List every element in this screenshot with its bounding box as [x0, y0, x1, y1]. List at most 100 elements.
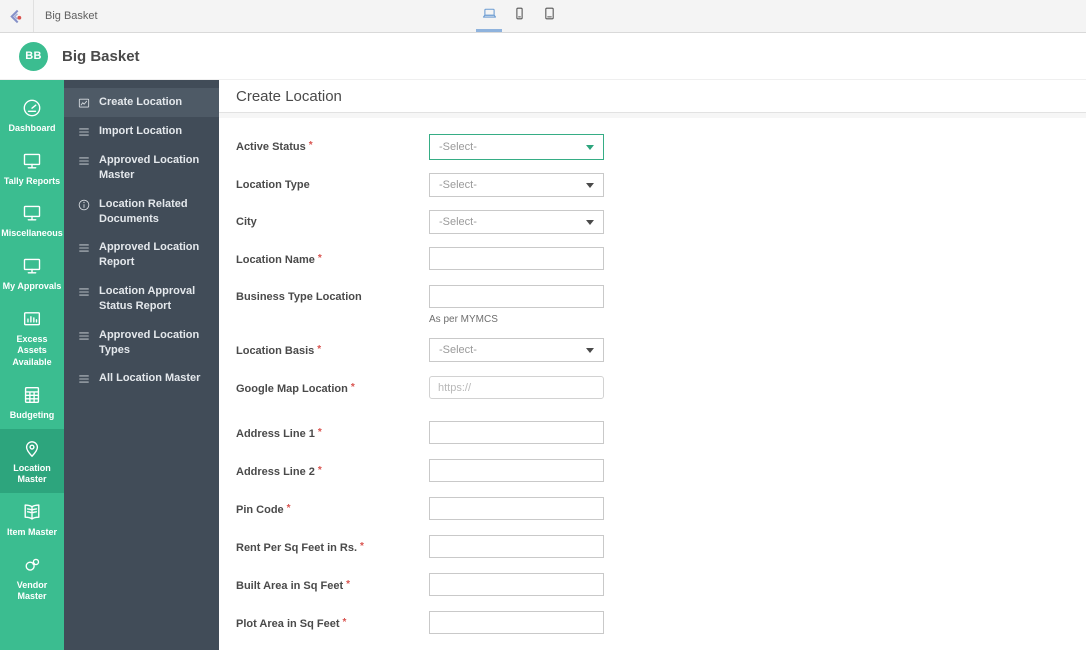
form-row-google-map-location: Google Map Location * — [236, 376, 1086, 401]
submenu-item-location-related-documents[interactable]: Location Related Documents — [64, 190, 219, 234]
sidebar-item-label: Budgeting — [9, 409, 55, 420]
device-laptop[interactable] — [474, 0, 504, 32]
field-label-pin-code: Pin Code * — [236, 503, 291, 516]
sidebar-item-label: Dashboard — [8, 123, 56, 133]
field-label-address-line-2: Address Line 2 * — [236, 465, 322, 478]
sidebar-item-dashboard[interactable]: Dashboard — [0, 89, 64, 142]
submenu-item-import-location[interactable]: Import Location — [64, 117, 219, 146]
app-body: Dashboard Tally Reports Miscellaneous My Ap… — [0, 80, 1086, 650]
field-control: As per MYMCS — [429, 285, 604, 325]
field-control — [429, 535, 604, 558]
form-row-pin-code: Pin Code * — [236, 497, 1086, 522]
device-preview-switcher — [474, 0, 564, 32]
form-row-active-status: Active Status * -Select- — [236, 134, 1086, 160]
select-location-type[interactable]: -Select- — [429, 173, 604, 197]
content-title: Create Location — [236, 87, 342, 105]
avatar[interactable]: BB — [19, 41, 48, 71]
form-row-built-area-in-sq-feet: Built Area in Sq Feet * — [236, 573, 1086, 598]
form-row-address-line-2: Address Line 2 * — [236, 459, 1086, 484]
sidebar-item-label: Vendor Master — [16, 579, 48, 602]
device-tablet[interactable] — [534, 0, 564, 32]
sidebar-item-label: Tally Reports — [3, 175, 61, 186]
input-built-area-in-sq-feet[interactable] — [429, 573, 604, 596]
list-icon — [77, 154, 91, 168]
sidebar-item-tally-reports[interactable]: Tally Reports — [0, 142, 64, 195]
submenu-item-label: Approved Location Types — [99, 328, 200, 356]
select-value: -Select- — [439, 179, 477, 191]
sidebar-item-item-master[interactable]: Item Master — [0, 493, 64, 546]
submenu-item-all-location-master[interactable]: All Location Master — [64, 364, 219, 393]
required-asterisk: * — [317, 427, 322, 438]
sidebar-item-label: Miscellaneous — [1, 228, 63, 239]
sidebar-item-vendor-master[interactable]: Vendor Master — [0, 546, 64, 610]
spreadsheet-icon — [21, 384, 43, 406]
select-location-basis[interactable]: -Select- — [429, 338, 604, 362]
submenu-item-approved-location-report[interactable]: Approved Location Report — [64, 233, 219, 277]
select-value: -Select- — [439, 344, 477, 356]
info-icon — [77, 198, 91, 212]
submenu-item-label: All Location Master — [99, 372, 201, 385]
form-row-rent-per-sq-feet-in-rs: Rent Per Sq Feet in Rs. * — [236, 535, 1086, 560]
form-row-location-type: Location Type -Select- — [236, 173, 1086, 197]
tablet-icon — [541, 5, 558, 27]
monitor-icon — [21, 202, 43, 224]
list-icon — [77, 125, 91, 139]
input-pin-code[interactable] — [429, 497, 604, 520]
chevron-logo-icon — [10, 9, 22, 23]
field-control — [429, 573, 604, 596]
sidebar-item-label: Item Master — [6, 526, 58, 537]
device-phone[interactable] — [504, 0, 534, 32]
select-active-status[interactable]: -Select- — [429, 134, 604, 160]
sidebar-item-budgeting[interactable]: Budgeting — [0, 376, 64, 429]
submenu-item-label: Create Location — [99, 96, 183, 108]
required-asterisk: * — [286, 503, 291, 514]
input-business-type-location[interactable] — [429, 285, 604, 308]
input-plot-area-in-sq-feet[interactable] — [429, 611, 604, 634]
input-google-map-location[interactable] — [429, 376, 604, 399]
sidebar-item-label: Excess Assets Available — [12, 333, 52, 368]
required-asterisk: * — [308, 140, 313, 151]
content-header: Create Location — [219, 80, 1086, 113]
field-control: -Select- — [429, 338, 604, 362]
field-control: -Select- — [429, 173, 604, 197]
input-address-line-1[interactable] — [429, 421, 604, 444]
sidebar-item-excess-assets-available[interactable]: Excess Assets Available — [0, 300, 64, 376]
select-value: -Select- — [439, 216, 477, 228]
location-pin-icon — [21, 437, 43, 459]
field-label-google-map-location: Google Map Location * — [236, 382, 355, 395]
submenu-item-approved-location-types[interactable]: Approved Location Types — [64, 321, 219, 365]
required-asterisk: * — [346, 579, 351, 590]
select-value: -Select- — [439, 141, 477, 153]
select-city[interactable]: -Select- — [429, 210, 604, 234]
field-control — [429, 247, 604, 270]
submenu-item-approved-location-master[interactable]: Approved Location Master — [64, 146, 219, 190]
caret-down-icon — [586, 182, 594, 188]
page-title: Big Basket — [62, 47, 140, 65]
field-label-city: City — [236, 216, 257, 228]
submenu-item-location-approval-status-report[interactable]: Location Approval Status Report — [64, 277, 219, 321]
app-logo[interactable] — [0, 0, 34, 32]
field-label-location-basis: Location Basis * — [236, 344, 322, 357]
required-asterisk: * — [317, 344, 322, 355]
input-address-line-2[interactable] — [429, 459, 604, 482]
sidebar-item-label: My Approvals — [2, 281, 62, 292]
phone-icon — [511, 5, 528, 27]
field-control: -Select- — [429, 210, 604, 234]
required-asterisk: * — [360, 541, 364, 552]
submenu-item-label: Location Approval Status Report — [99, 285, 196, 312]
submenu-item-create-location[interactable]: Create Location — [64, 88, 219, 117]
input-location-name[interactable] — [429, 247, 604, 270]
field-control — [429, 376, 604, 399]
form-row-business-type-location: Business Type Location As per MYMCS — [236, 285, 1086, 325]
input-rent-per-sq-feet-in-rs[interactable] — [429, 535, 604, 558]
field-label-location-name: Location Name * — [236, 253, 322, 266]
sidebar-item-location-master[interactable]: Location Master — [0, 428, 64, 493]
sidebar-item-my-approvals[interactable]: My Approvals — [0, 247, 64, 300]
list-icon — [77, 285, 91, 299]
field-control — [429, 497, 604, 520]
field-label-location-type: Location Type — [236, 179, 310, 191]
submenu-item-label: Approved Location Master — [99, 154, 200, 181]
sidebar-item-miscellaneous[interactable]: Miscellaneous — [0, 194, 64, 247]
field-label-active-status: Active Status * — [236, 140, 313, 153]
submenu-item-label: Location Related Documents — [99, 197, 188, 225]
